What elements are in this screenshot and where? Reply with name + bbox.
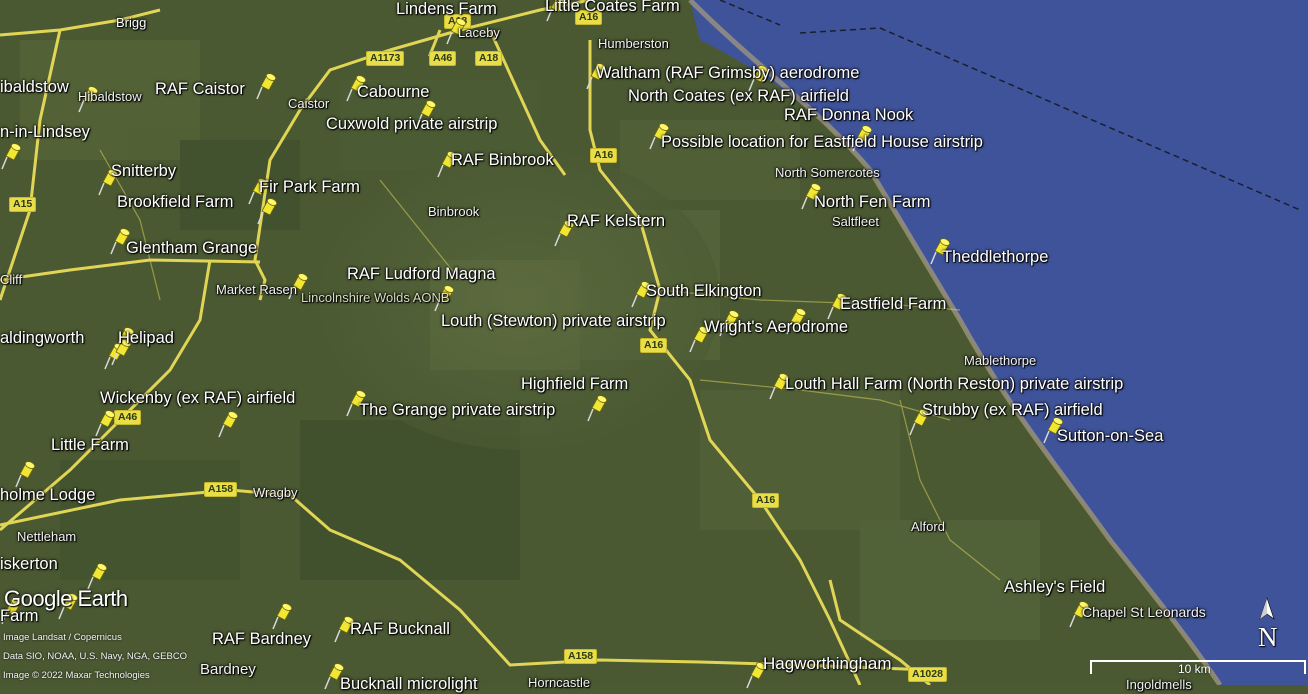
placemark-pushpin-icon[interactable]: [0, 140, 22, 170]
place-label-cliff: Cliff: [0, 272, 23, 287]
placemark-label-brookfield-farm[interactable]: Brookfield Farm: [117, 193, 233, 212]
placemark-label-raf-bucknall[interactable]: RAF Bucknall: [350, 620, 450, 639]
placemark-label-louth-hall-farm[interactable]: Louth Hall Farm (North Reston) private a…: [785, 375, 1123, 394]
attribution-line: Data SIO, NOAA, U.S. Navy, NGA, GEBCO: [3, 651, 188, 662]
placemark-label-little-farm[interactable]: Little Farm: [51, 436, 129, 455]
attribution-line: Image Landsat / Copernicus: [3, 632, 122, 643]
placemark-label-waltham[interactable]: Waltham (RAF Grimsby) aerodrome: [596, 64, 859, 83]
placemark-label-raf-binbrook[interactable]: RAF Binbrook: [451, 151, 554, 170]
placemark-label-holme-lodge-edge[interactable]: holme Lodge: [0, 486, 95, 505]
placemark-label-wrights-aerodrome[interactable]: Wright's Aerodrome: [704, 318, 848, 337]
placemark-label-hagworthingham[interactable]: Hagworthingham: [763, 654, 892, 674]
placemark-label-wickenby[interactable]: Wickenby (ex RAF) airfield: [100, 389, 295, 408]
placemark-label-raf-donna-nook[interactable]: RAF Donna Nook: [784, 106, 913, 125]
attribution-line: Image © 2022 Maxar Technologies: [3, 670, 150, 681]
north-compass-button[interactable]: N: [1252, 595, 1288, 655]
place-label-chapel-st-leonards: Chapel St Leonards: [1082, 604, 1206, 620]
placemark-label-helipad[interactable]: Helipad: [118, 329, 174, 348]
place-label-lincolnshire-wolds: Lincolnshire Wolds AONB: [301, 290, 450, 305]
placemark-label-strubby[interactable]: Strubby (ex RAF) airfield: [922, 401, 1103, 420]
placemark-label-ashleys-field[interactable]: Ashley's Field: [1004, 578, 1105, 597]
place-label-humberston: Humberston: [598, 36, 669, 51]
placemark-label-market-rasen-edge[interactable]: n-in-Lindsey: [0, 123, 90, 142]
placemark-label-cuxwold[interactable]: Cuxwold private airstrip: [326, 115, 497, 134]
placemark-label-lindens-farm[interactable]: Lindens Farm: [396, 0, 497, 19]
place-label-north-somercotes: North Somercotes: [775, 165, 880, 180]
placemark-label-louth-stewton[interactable]: Louth (Stewton) private airstrip: [441, 312, 666, 331]
placemark-label-faldingworth-edge[interactable]: aldingworth: [0, 329, 84, 348]
place-label-laceby: Laceby: [458, 25, 500, 40]
place-label-mablethorpe: Mablethorpe: [964, 353, 1037, 368]
placemark-label-little-coates-farm[interactable]: Little Coates Farm: [545, 0, 680, 16]
placemark-label-south-elkington[interactable]: South Elkington: [646, 282, 762, 301]
placemark-label-north-fen-farm[interactable]: North Fen Farm: [814, 193, 930, 212]
imagery-attribution: Image Landsat / Copernicus Data SIO, NOA…: [3, 628, 187, 685]
placemark-label-snitterby[interactable]: Snitterby: [111, 162, 176, 181]
place-label-saltfleet: Saltfleet: [832, 214, 879, 229]
place-label-binbrook: Binbrook: [428, 204, 480, 219]
placemark-pushpin-icon[interactable]: [94, 407, 116, 437]
google-earth-logo: Google Earth: [4, 586, 128, 611]
placemark-label-reepham-edge[interactable]: iskerton: [0, 555, 58, 574]
placemark-label-raf-bardney[interactable]: RAF Bardney: [212, 630, 311, 649]
placemark-label-raf-caistor[interactable]: RAF Caistor: [155, 80, 245, 99]
place-label-caistor: Caistor: [288, 96, 330, 111]
placemark-pushpin-icon[interactable]: [14, 458, 36, 488]
placemark-label-raf-kelstern[interactable]: RAF Kelstern: [567, 212, 665, 231]
placemark-label-highfield-farm[interactable]: Highfield Farm: [521, 375, 628, 394]
placemark-label-cabourne[interactable]: Cabourne: [357, 83, 429, 102]
placemark-label-sutton-on-sea[interactable]: Sutton-on-Sea: [1057, 427, 1163, 446]
compass-n-label: N: [1258, 622, 1278, 652]
place-label-alford: Alford: [911, 519, 945, 534]
place-label-hibaldstow: Hibaldstow: [78, 89, 142, 104]
placemark-pushpin-icon[interactable]: [271, 600, 293, 630]
placemark-label-raf-ludford-magna[interactable]: RAF Ludford Magna: [347, 265, 496, 284]
placemark-label-hibaldstow-edge[interactable]: ibaldstow: [0, 78, 69, 97]
place-label-wragby: Wragby: [253, 485, 298, 500]
place-label-nettleham: Nettleham: [17, 529, 77, 544]
placemark-pushpin-icon[interactable]: [256, 195, 278, 225]
placemark-pushpin-icon[interactable]: [255, 70, 277, 100]
placemark-label-the-grange[interactable]: The Grange private airstrip: [359, 401, 555, 420]
placemark-label-north-coates[interactable]: North Coates (ex RAF) airfield: [628, 87, 849, 106]
place-label-market-rasen: Market Rasen: [216, 282, 297, 297]
placemark-label-eastfield-house[interactable]: Possible location for Eastfield House ai…: [661, 133, 983, 152]
placemark-pushpin-icon[interactable]: [217, 408, 239, 438]
placemark-label-fir-park-farm[interactable]: Fir Park Farm: [259, 178, 360, 197]
placemark-label-eastfield-farm[interactable]: Eastfield Farm: [840, 295, 946, 314]
place-label-brigg: Brigg: [116, 15, 147, 30]
scale-bar-label: 10 km: [1178, 662, 1211, 676]
placemark-label-theddlethorpe[interactable]: Theddlethorpe: [942, 248, 1048, 267]
placemark-label-glentham-grange[interactable]: Glentham Grange: [126, 239, 257, 258]
place-label-horncastle: Horncastle: [528, 675, 591, 690]
place-label-bardney: Bardney: [200, 661, 256, 678]
placemark-pushpin-icon[interactable]: [586, 392, 608, 422]
